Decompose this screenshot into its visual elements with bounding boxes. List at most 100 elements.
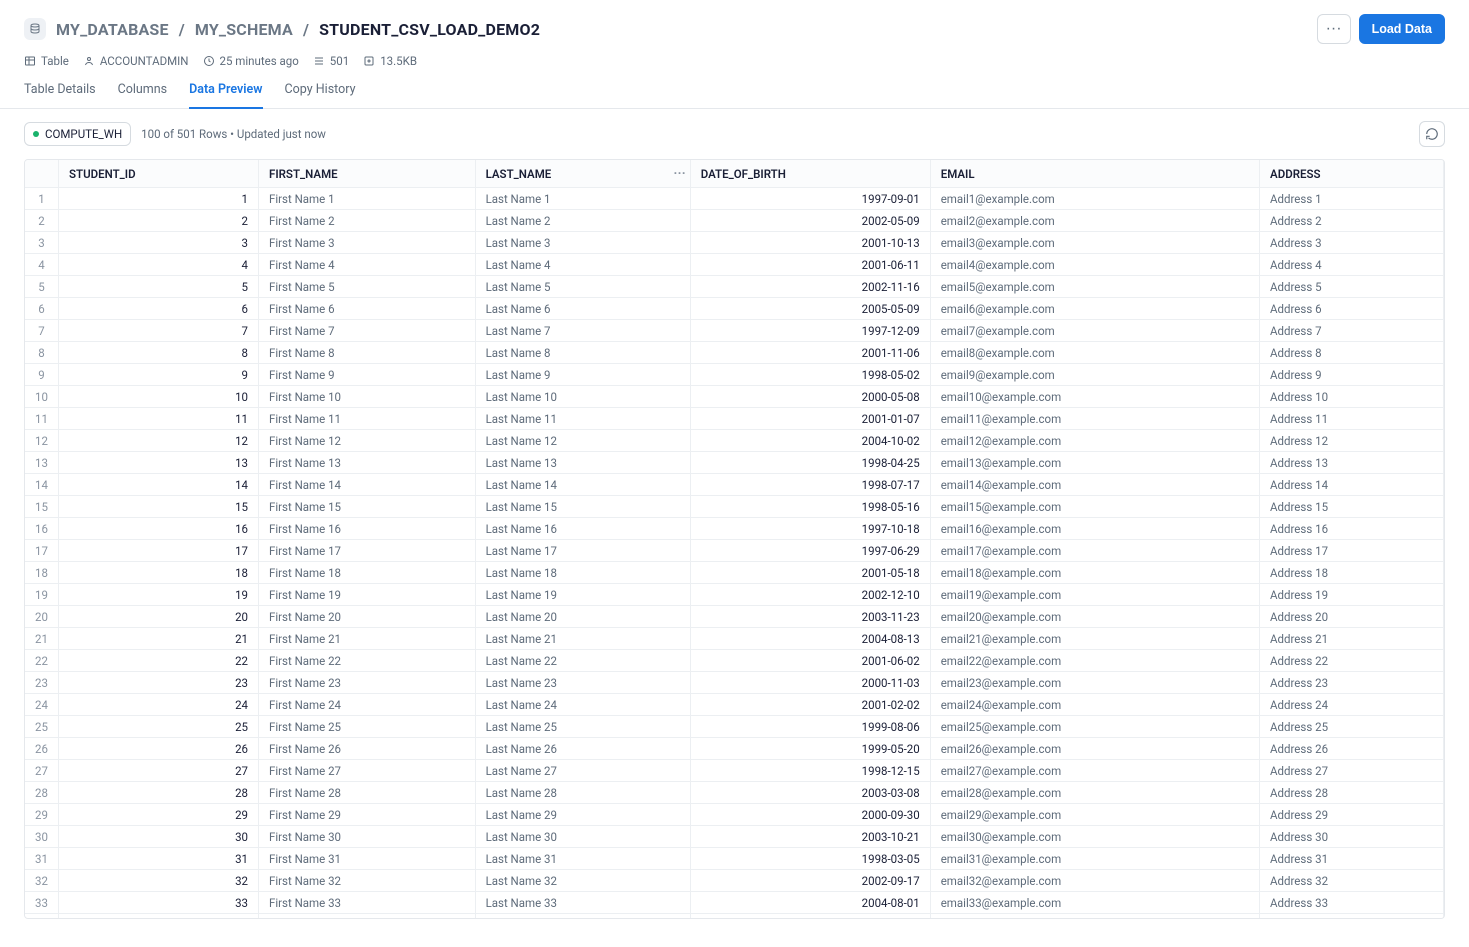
refresh-button[interactable] bbox=[1419, 121, 1445, 147]
row-number: 10 bbox=[25, 386, 59, 408]
table-row[interactable]: 1010First Name 10Last Name 102000-05-08e… bbox=[25, 386, 1444, 408]
table-row[interactable]: 3333First Name 33Last Name 332004-08-01e… bbox=[25, 892, 1444, 914]
cell-dob: 2002-05-09 bbox=[691, 210, 931, 232]
table-row[interactable]: 2424First Name 24Last Name 242001-02-02e… bbox=[25, 694, 1444, 716]
cell-student-id: 16 bbox=[59, 518, 259, 540]
col-header-email[interactable]: EMAIL bbox=[931, 160, 1260, 188]
cell-dob: 2005-05-09 bbox=[691, 298, 931, 320]
row-number: 13 bbox=[25, 452, 59, 474]
table-row[interactable]: 2121First Name 21Last Name 212004-08-13e… bbox=[25, 628, 1444, 650]
row-number: 25 bbox=[25, 716, 59, 738]
column-menu-icon[interactable]: ··· bbox=[673, 166, 685, 182]
cell-email: email5@example.com bbox=[931, 276, 1260, 298]
cell-student-id: 30 bbox=[59, 826, 259, 848]
tab-data-preview[interactable]: Data Preview bbox=[189, 82, 262, 109]
cell-last-name: Last Name 24 bbox=[476, 694, 691, 716]
cell-student-id: 9 bbox=[59, 364, 259, 386]
cell-last-name: Last Name 4 bbox=[476, 254, 691, 276]
breadcrumb-schema[interactable]: MY_SCHEMA bbox=[195, 20, 293, 39]
table-row[interactable]: 1414First Name 14Last Name 141998-07-17e… bbox=[25, 474, 1444, 496]
cell-dob: 2002-11-16 bbox=[691, 276, 931, 298]
table-row[interactable]: 1313First Name 13Last Name 131998-04-25e… bbox=[25, 452, 1444, 474]
table-row[interactable]: 1919First Name 19Last Name 192002-12-10e… bbox=[25, 584, 1444, 606]
col-header-dob[interactable]: DATE_OF_BIRTH bbox=[691, 160, 931, 188]
table-row[interactable]: 3030First Name 30Last Name 302003-10-21e… bbox=[25, 826, 1444, 848]
col-header-student-id[interactable]: STUDENT_ID bbox=[59, 160, 259, 188]
cell-first-name: First Name 10 bbox=[259, 386, 476, 408]
clock-icon bbox=[203, 55, 215, 67]
load-data-button[interactable]: Load Data bbox=[1359, 14, 1445, 44]
table-row[interactable]: 2929First Name 29Last Name 292000-09-30e… bbox=[25, 804, 1444, 826]
cell-dob: 1998-05-16 bbox=[691, 496, 931, 518]
cell-first-name: First Name 5 bbox=[259, 276, 476, 298]
table-row[interactable]: 99First Name 9Last Name 91998-05-02email… bbox=[25, 364, 1444, 386]
col-header-last-name[interactable]: LAST_NAME ··· bbox=[476, 160, 691, 188]
rows-label: 501 bbox=[313, 54, 349, 68]
cell-dob: 2001-01-07 bbox=[691, 408, 931, 430]
warehouse-chip[interactable]: COMPUTE_WH bbox=[24, 122, 131, 146]
data-grid[interactable]: STUDENT_ID FIRST_NAME LAST_NAME ··· DATE… bbox=[24, 159, 1445, 919]
cell-student-id: 12 bbox=[59, 430, 259, 452]
table-row[interactable]: 3434First Name 34Last Name 342001-11-24e… bbox=[25, 914, 1444, 919]
row-number: 6 bbox=[25, 298, 59, 320]
table-row[interactable]: 33First Name 3Last Name 32001-10-13email… bbox=[25, 232, 1444, 254]
cell-address: Address 6 bbox=[1260, 298, 1444, 320]
row-number: 22 bbox=[25, 650, 59, 672]
cell-student-id: 11 bbox=[59, 408, 259, 430]
cell-student-id: 34 bbox=[59, 914, 259, 919]
row-number: 24 bbox=[25, 694, 59, 716]
table-row[interactable]: 77First Name 7Last Name 71997-12-09email… bbox=[25, 320, 1444, 342]
cell-student-id: 5 bbox=[59, 276, 259, 298]
table-row[interactable]: 3131First Name 31Last Name 311998-03-05e… bbox=[25, 848, 1444, 870]
table-row[interactable]: 2020First Name 20Last Name 202003-11-23e… bbox=[25, 606, 1444, 628]
cell-address: Address 18 bbox=[1260, 562, 1444, 584]
breadcrumb-db[interactable]: MY_DATABASE bbox=[56, 20, 169, 39]
table-row[interactable]: 2727First Name 27Last Name 271998-12-15e… bbox=[25, 760, 1444, 782]
cell-email: email3@example.com bbox=[931, 232, 1260, 254]
cell-first-name: First Name 27 bbox=[259, 760, 476, 782]
table-row[interactable]: 66First Name 6Last Name 62005-05-09email… bbox=[25, 298, 1444, 320]
tab-columns[interactable]: Columns bbox=[118, 82, 168, 109]
table-row[interactable]: 2828First Name 28Last Name 282003-03-08e… bbox=[25, 782, 1444, 804]
col-header-first-name[interactable]: FIRST_NAME bbox=[259, 160, 476, 188]
cell-first-name: First Name 6 bbox=[259, 298, 476, 320]
cell-last-name: Last Name 20 bbox=[476, 606, 691, 628]
tab-copy-history[interactable]: Copy History bbox=[285, 82, 356, 109]
table-row[interactable]: 44First Name 4Last Name 42001-06-11email… bbox=[25, 254, 1444, 276]
table-row[interactable]: 1212First Name 12Last Name 122004-10-02e… bbox=[25, 430, 1444, 452]
table-row[interactable]: 2626First Name 26Last Name 261999-05-20e… bbox=[25, 738, 1444, 760]
cell-email: email20@example.com bbox=[931, 606, 1260, 628]
table-row[interactable]: 1616First Name 16Last Name 161997-10-18e… bbox=[25, 518, 1444, 540]
table-row[interactable]: 1111First Name 11Last Name 112001-01-07e… bbox=[25, 408, 1444, 430]
row-number: 29 bbox=[25, 804, 59, 826]
table-row[interactable]: 22First Name 2Last Name 22002-05-09email… bbox=[25, 210, 1444, 232]
cell-student-id: 15 bbox=[59, 496, 259, 518]
table-row[interactable]: 1515First Name 15Last Name 151998-05-16e… bbox=[25, 496, 1444, 518]
cell-address: Address 19 bbox=[1260, 584, 1444, 606]
col-header-rownum bbox=[25, 160, 59, 188]
cell-student-id: 31 bbox=[59, 848, 259, 870]
row-number: 20 bbox=[25, 606, 59, 628]
table-row[interactable]: 3232First Name 32Last Name 322002-09-17e… bbox=[25, 870, 1444, 892]
cell-last-name: Last Name 26 bbox=[476, 738, 691, 760]
cell-student-id: 2 bbox=[59, 210, 259, 232]
table-row[interactable]: 2323First Name 23Last Name 232000-11-03e… bbox=[25, 672, 1444, 694]
table-row[interactable]: 55First Name 5Last Name 52002-11-16email… bbox=[25, 276, 1444, 298]
table-row[interactable]: 88First Name 8Last Name 82001-11-06email… bbox=[25, 342, 1444, 364]
cell-student-id: 6 bbox=[59, 298, 259, 320]
cell-last-name: Last Name 17 bbox=[476, 540, 691, 562]
row-number: 33 bbox=[25, 892, 59, 914]
more-button[interactable]: ··· bbox=[1317, 14, 1351, 44]
cell-last-name: Last Name 12 bbox=[476, 430, 691, 452]
table-row[interactable]: 2222First Name 22Last Name 222001-06-02e… bbox=[25, 650, 1444, 672]
cell-student-id: 4 bbox=[59, 254, 259, 276]
cell-first-name: First Name 14 bbox=[259, 474, 476, 496]
table-row[interactable]: 11First Name 1Last Name 11997-09-01email… bbox=[25, 188, 1444, 210]
tab-table-details[interactable]: Table Details bbox=[24, 82, 96, 109]
table-row[interactable]: 1717First Name 17Last Name 171997-06-29e… bbox=[25, 540, 1444, 562]
col-header-address[interactable]: ADDRESS bbox=[1260, 160, 1444, 188]
table-row[interactable]: 1818First Name 18Last Name 182001-05-18e… bbox=[25, 562, 1444, 584]
table-row[interactable]: 2525First Name 25Last Name 251999-08-06e… bbox=[25, 716, 1444, 738]
cell-first-name: First Name 32 bbox=[259, 870, 476, 892]
row-number: 8 bbox=[25, 342, 59, 364]
